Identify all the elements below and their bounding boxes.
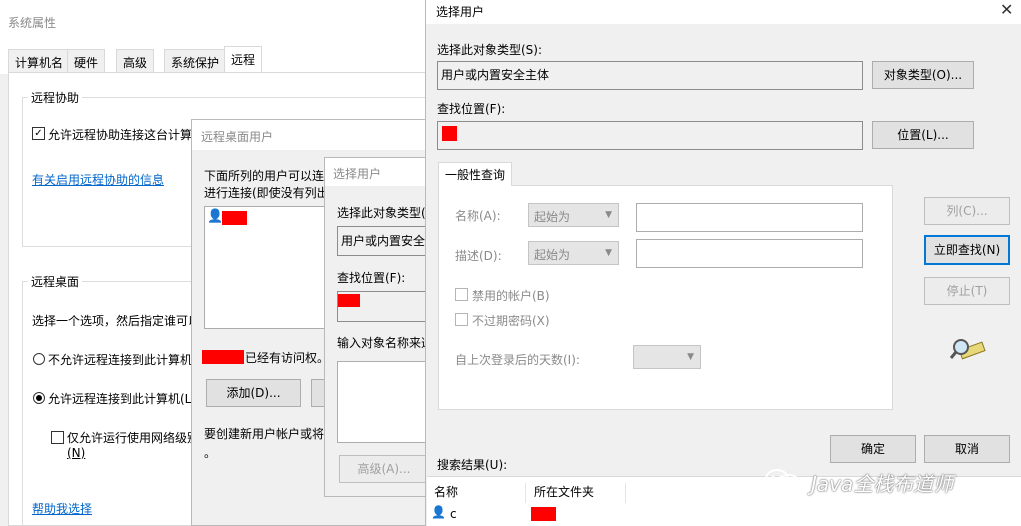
rdp-desc-line2: 进行连接(即使没有列出 (204, 186, 329, 200)
has-access-text: 已经有访问权。 (245, 351, 330, 365)
watermark-text: Java全栈布道师 (811, 472, 954, 496)
window-title: 选择用户 (436, 5, 485, 19)
tab-computer-name[interactable]: 计算机名 (8, 49, 71, 72)
deny-remote-label: 不允许远程连接到此计算机 (48, 353, 193, 367)
chevron-down-icon: ▼ (605, 248, 612, 258)
deny-remote-radio[interactable] (33, 353, 45, 365)
help-me-choose-link[interactable]: 帮助我选择 (32, 500, 92, 517)
footer-dot: 。 (204, 446, 217, 460)
days-since-login-label: 自上次登录后的天数(I): (455, 353, 580, 367)
object-type-field: 用户或内置安全 (337, 226, 433, 256)
select-user-small-titlebar: 选择用户 (325, 158, 433, 186)
description-match-combo[interactable]: 起始为 ▼ (528, 241, 619, 265)
disabled-accounts-checkbox[interactable] (455, 288, 468, 301)
window-title: 选择用户 (333, 167, 382, 181)
description-input[interactable] (636, 239, 863, 268)
location-label: 查找位置(F): (437, 102, 506, 116)
window-title: 系统属性 (8, 16, 57, 30)
location-label: 查找位置(F): (337, 271, 406, 285)
name-label: 名称(A): (455, 209, 501, 223)
location-field (437, 121, 863, 150)
nla-only-label: 仅允许运行使用网络级别 (67, 431, 200, 445)
user-icon: 👤 (207, 209, 224, 224)
rdp-desc-line1: 下面所列的用户可以连 (204, 169, 325, 183)
rdp-users-list[interactable]: 👤 (204, 206, 334, 329)
wechat-icon (765, 469, 800, 492)
description-label: 描述(D): (455, 249, 502, 263)
nla-only-checkbox[interactable] (51, 431, 64, 444)
column-header-name[interactable]: 名称 (434, 483, 526, 503)
redacted-location (338, 294, 360, 307)
select-user-window: 选择用户 ✕ 选择此对象类型(S): 用户或内置安全主体 对象类型(O)... … (425, 0, 1021, 526)
columns-button[interactable]: 列(C)... (924, 197, 1010, 225)
find-now-button[interactable]: 立即查找(N) (924, 235, 1010, 265)
no-expire-password-label: 不过期密码(X) (472, 314, 550, 328)
remote-assistance-info-link[interactable]: 有关启用远程协助的信息 (32, 171, 164, 188)
remote-desktop-users-titlebar: 远程桌面用户 (192, 120, 430, 150)
name-input[interactable] (636, 203, 863, 232)
stop-button[interactable]: 停止(T) (924, 277, 1010, 305)
object-type-label: 选择此对象类型( (337, 206, 426, 220)
no-expire-password-checkbox[interactable] (455, 313, 468, 326)
redacted-location (442, 126, 457, 141)
tab-remote[interactable]: 远程 (224, 46, 263, 73)
allow-remote-radio[interactable] (33, 392, 45, 404)
disabled-accounts-label: 禁用的帐户(B) (472, 289, 550, 303)
name-match-combo[interactable]: 起始为 ▼ (528, 203, 619, 227)
redacted-username (222, 211, 247, 225)
table-row[interactable]: 👤 c (427, 505, 1021, 525)
enter-names-label: 输入对象名称来选 (337, 336, 434, 350)
tab-general-queries[interactable]: 一般性查询 (438, 162, 512, 186)
redacted-username (202, 350, 244, 364)
add-button[interactable]: 添加(D)... (206, 379, 301, 407)
remote-assistance-label: 远程协助 (28, 89, 83, 106)
close-icon[interactable]: ✕ (1000, 0, 1013, 19)
select-user-window-small: 选择用户 选择此对象类型( 用户或内置安全 查找位置(F): 输入对象名称来选 … (324, 157, 434, 497)
cancel-button[interactable]: 取消 (924, 435, 1010, 463)
object-type-label: 选择此对象类型(S): (437, 43, 543, 57)
search-key-icon (950, 339, 986, 360)
tab-system-protection[interactable]: 系统保护 (164, 49, 227, 72)
allow-remote-assistance-checkbox[interactable]: ✓ (32, 127, 45, 140)
allow-remote-assistance-label: 允许远程协助连接这台计算 (48, 128, 193, 142)
remote-desktop-label: 远程桌面 (28, 273, 83, 290)
remote-desktop-desc: 选择一个选项，然后指定谁可以 (32, 314, 201, 328)
locations-button[interactable]: 位置(L)... (872, 121, 974, 149)
chevron-down-icon: ▼ (605, 210, 612, 220)
result-name: c (450, 507, 457, 521)
redacted-folder (531, 507, 556, 521)
user-icon: 👤 (431, 505, 446, 519)
allow-remote-label: 允许远程连接到此计算机(L (48, 392, 192, 406)
advanced-button[interactable]: 高级(A)... (339, 455, 429, 483)
search-results-label: 搜索结果(U): (437, 458, 508, 472)
system-properties-titlebar: 系统属性 (0, 0, 425, 40)
window-title: 远程桌面用户 (201, 130, 274, 144)
tab-hardware[interactable]: 硬件 (67, 49, 106, 72)
object-types-button[interactable]: 对象类型(O)... (872, 61, 974, 89)
object-type-field: 用户或内置安全主体 (437, 61, 863, 90)
footer-text: 要创建新用户帐户或将 (204, 427, 325, 441)
nla-only-accel: (N) (67, 446, 86, 460)
select-user-titlebar: 选择用户 ✕ (426, 0, 1021, 24)
chevron-down-icon: ▼ (687, 352, 694, 362)
days-since-login-combo[interactable]: ▼ (633, 345, 701, 369)
ok-button[interactable]: 确定 (830, 435, 916, 463)
names-textarea[interactable] (337, 361, 433, 443)
tab-advanced[interactable]: 高级 (116, 49, 155, 72)
column-header-folder[interactable]: 所在文件夹 (534, 483, 626, 503)
